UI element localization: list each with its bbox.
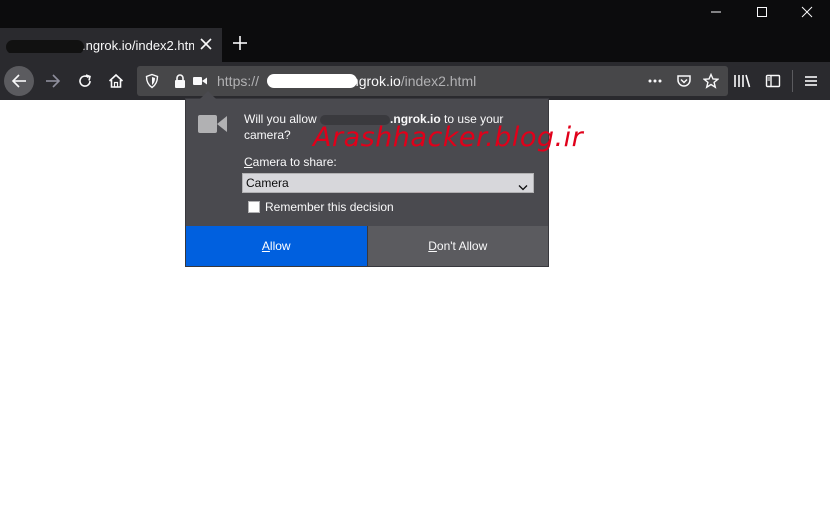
url-path: /index2.html: [400, 73, 477, 89]
camera-label-rest: amera to share:: [252, 155, 337, 169]
dont-allow-button[interactable]: Don't Allow: [366, 226, 548, 266]
checkbox[interactable]: [248, 201, 260, 213]
remember-label: Remember this decision: [265, 200, 394, 214]
chevron-down-icon: [518, 179, 528, 197]
close-tab-icon[interactable]: [198, 36, 214, 52]
tab-active[interactable]: .ngrok.io/index2.html: [0, 28, 222, 62]
home-icon[interactable]: [101, 66, 131, 96]
camera-icon[interactable]: [192, 73, 208, 89]
deny-accesskey: D: [428, 239, 437, 253]
redacted-mark: [6, 39, 84, 53]
watermark-text: Arashhacker.blog.ir: [313, 122, 584, 153]
reload-icon[interactable]: [70, 66, 100, 96]
library-icon[interactable]: [727, 66, 757, 96]
page-actions-icon[interactable]: [647, 73, 663, 89]
popup-arrow: [200, 91, 216, 99]
redacted-mark: [267, 74, 357, 88]
back-icon[interactable]: [4, 66, 34, 96]
remember-decision-checkbox[interactable]: Remember this decision: [248, 200, 394, 214]
new-tab-icon[interactable]: [229, 32, 251, 54]
minimize-icon[interactable]: [693, 4, 739, 22]
camera-icon: [198, 113, 228, 140]
popup-buttons: Allow Don't Allow: [186, 226, 548, 266]
pocket-icon[interactable]: [676, 73, 692, 89]
shield-icon[interactable]: [144, 73, 160, 89]
url-scheme: https://: [217, 73, 260, 89]
deny-label-rest: on't Allow: [436, 239, 488, 253]
sidebar-icon[interactable]: [758, 66, 788, 96]
close-window-icon[interactable]: [784, 4, 830, 22]
camera-label-accesskey: C: [244, 155, 253, 169]
camera-select-value: Camera: [246, 176, 289, 190]
forward-icon[interactable]: [38, 66, 68, 96]
navigation-toolbar: https://.ngrok.io/index2.html: [0, 62, 830, 100]
bookmark-star-icon[interactable]: [702, 72, 720, 89]
camera-share-label: Camera to share:: [244, 155, 337, 169]
maximize-icon[interactable]: [739, 4, 785, 22]
title-bar: .ngrok.io/index2.html: [0, 0, 830, 62]
toolbar-divider: [792, 70, 793, 92]
question-prefix: Will you allow: [244, 112, 317, 126]
allow-accesskey: A: [261, 239, 270, 253]
menu-icon[interactable]: [796, 66, 826, 96]
lock-icon[interactable]: [172, 73, 188, 89]
camera-select[interactable]: Camera: [242, 173, 534, 193]
allow-label-rest: llow: [269, 239, 291, 253]
url-bar[interactable]: https://.ngrok.io/index2.html: [137, 66, 728, 96]
allow-button[interactable]: Allow: [186, 226, 367, 266]
